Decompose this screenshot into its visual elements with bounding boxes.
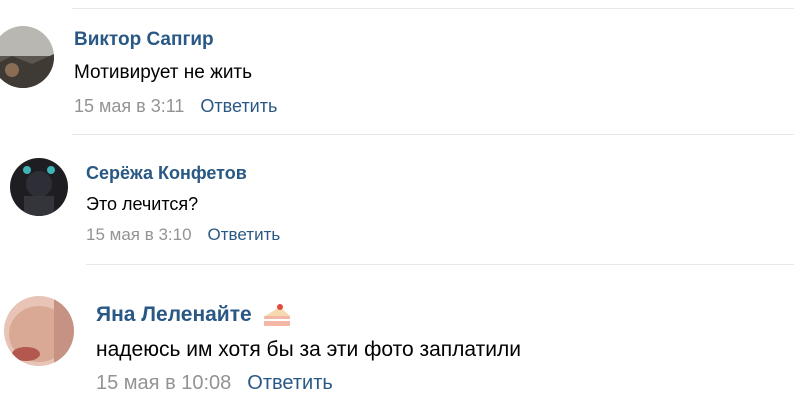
avatar[interactable] xyxy=(4,296,74,366)
author-name-link[interactable]: Виктор Сапгир xyxy=(74,28,277,52)
author-name[interactable]: Яна Леленайте xyxy=(96,303,252,327)
divider xyxy=(86,264,794,265)
comment-date[interactable]: 15 мая в 3:11 xyxy=(74,96,184,117)
cake-icon xyxy=(262,302,292,328)
reply-button[interactable]: Ответить xyxy=(208,225,281,245)
avatar[interactable] xyxy=(10,158,68,216)
comment-3: Яна Леленайте надеюсь им хотя бы за эти … xyxy=(96,300,521,395)
reply-button[interactable]: Ответить xyxy=(200,96,277,117)
avatar[interactable] xyxy=(0,26,54,88)
comment-meta: 15 мая в 10:08 Ответить xyxy=(96,372,521,395)
comment-date[interactable]: 15 мая в 10:08 xyxy=(96,372,231,395)
comment-text: Это лечится? xyxy=(86,194,199,214)
comment-text: надеюсь им хотя бы за эти фото заплатили xyxy=(96,338,521,361)
comment-meta: 15 мая в 3:10 Ответить xyxy=(86,225,280,245)
author-name[interactable]: Серёжа Конфетов xyxy=(86,163,247,184)
divider-top xyxy=(72,8,794,9)
comment-text: Мотивирует не жить xyxy=(74,62,253,83)
comment-2: Серёжа Конфетов Это лечится? 15 мая в 3:… xyxy=(86,162,280,245)
author-name-link[interactable]: Серёжа Конфетов xyxy=(86,162,280,184)
divider xyxy=(72,134,794,135)
comment-date[interactable]: 15 мая в 3:10 xyxy=(86,225,192,245)
author-name[interactable]: Виктор Сапгир xyxy=(74,29,214,51)
comment-1: Виктор Сапгир Мотивирует не жить 15 мая … xyxy=(74,28,277,117)
author-name-link[interactable]: Яна Леленайте xyxy=(96,300,521,330)
reply-button[interactable]: Ответить xyxy=(247,372,333,395)
comment-meta: 15 мая в 3:11 Ответить xyxy=(74,96,277,117)
